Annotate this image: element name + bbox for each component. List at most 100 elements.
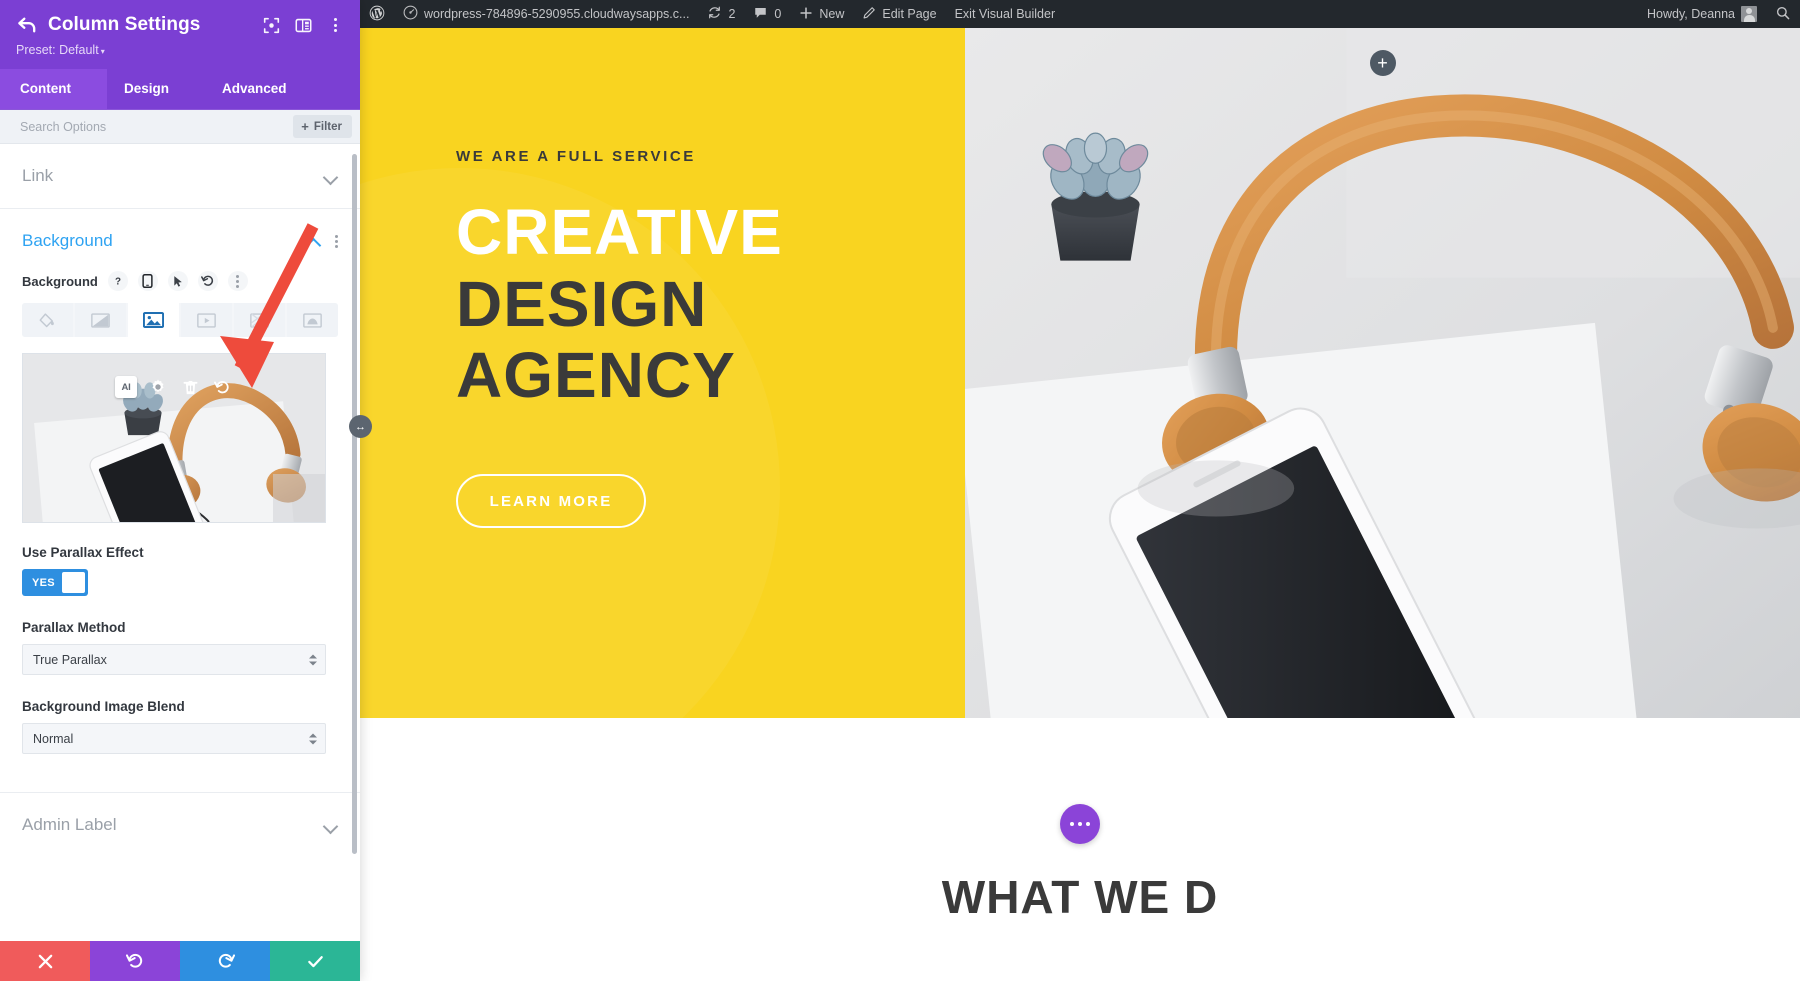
next-section-title: WHAT WE D	[941, 871, 1219, 923]
back-arrow-icon[interactable]	[16, 14, 38, 36]
updates-button[interactable]: 2	[698, 0, 744, 28]
tab-advanced[interactable]: Advanced	[207, 69, 347, 109]
panel-resize-handle[interactable]: ↔	[349, 415, 372, 438]
redo-button[interactable]	[180, 941, 270, 981]
image-settings-gear-icon[interactable]	[147, 376, 169, 398]
panel-header-row: Column Settings	[16, 14, 344, 36]
howdy-label: Howdy, Deanna	[1646, 7, 1735, 21]
updates-count: 2	[728, 7, 736, 21]
column-settings-panel: Column Settings Preset: Default ▾ Conten…	[0, 0, 360, 981]
edit-page-button[interactable]: Edit Page	[853, 0, 945, 28]
wordpress-logo-icon	[369, 5, 385, 24]
svg-text:?: ?	[115, 276, 121, 287]
panel-tabs: Content Design Advanced	[0, 69, 360, 110]
kebab-menu-icon[interactable]	[326, 16, 344, 34]
dot	[335, 234, 338, 238]
save-button[interactable]	[270, 941, 360, 981]
parallax-method-select[interactable]: True Parallax	[22, 644, 326, 675]
accordion-admin-label[interactable]: Admin Label	[0, 792, 360, 857]
chevron-down-icon[interactable]	[325, 172, 338, 180]
pencil-edit-icon	[862, 6, 876, 23]
hero-heading: CREATIVE DESIGN AGENCY	[456, 196, 965, 412]
dot	[236, 279, 240, 283]
wordpress-logo-button[interactable]	[360, 0, 394, 28]
background-image-blend-field: Background Image Blend Normal	[22, 699, 338, 754]
help-icon[interactable]: ?	[107, 271, 128, 291]
wordpress-admin-bar: wordpress-784896-5290955.cloudwaysapps.c…	[360, 0, 1800, 28]
hover-cursor-icon[interactable]	[167, 271, 188, 291]
admin-search-button[interactable]	[1766, 0, 1800, 28]
accordion-background-controls	[308, 234, 338, 248]
parallax-method-label: Parallax Method	[22, 620, 126, 635]
edit-page-label: Edit Page	[882, 7, 937, 21]
background-video-tab[interactable]	[181, 303, 232, 337]
preset-label: Preset: Default	[16, 43, 99, 57]
chevron-up-icon[interactable]	[308, 237, 321, 245]
headphones-desk-photo	[965, 28, 1800, 718]
hero-heading-line-2: DESIGN	[456, 267, 708, 340]
reset-undo-icon[interactable]	[197, 271, 218, 291]
hero-heading-line-1: CREATIVE	[456, 196, 783, 268]
learn-more-button[interactable]: LEARN MORE	[456, 474, 646, 529]
dot	[1070, 822, 1074, 826]
dot	[236, 284, 240, 288]
exit-visual-builder-button[interactable]: Exit Visual Builder	[946, 0, 1065, 28]
hero-heading-line-3: AGENCY	[456, 339, 736, 412]
background-field-label-row: Background ?	[22, 257, 338, 303]
panel-body: Link Background Background ? AI Use Para…	[0, 144, 360, 981]
dot	[333, 23, 337, 27]
hero-text-column[interactable]: WE ARE A FULL SERVICE CREATIVE DESIGN AG…	[360, 28, 965, 808]
accordion-link[interactable]: Link	[0, 144, 360, 209]
site-name-button[interactable]: wordpress-784896-5290955.cloudwaysapps.c…	[394, 0, 698, 28]
delete-trash-icon[interactable]	[179, 376, 201, 398]
focus-target-icon[interactable]	[262, 16, 280, 34]
ai-generate-button[interactable]: AI	[115, 376, 137, 398]
search-input[interactable]	[20, 119, 294, 134]
filter-button[interactable]: + Filter	[293, 115, 352, 138]
parallax-toggle[interactable]: YES	[22, 569, 88, 596]
ai-label: AI	[121, 381, 131, 393]
undo-button[interactable]	[90, 941, 180, 981]
parallax-toggle-label: Use Parallax Effect	[22, 545, 144, 560]
accordion-background[interactable]: Background	[0, 209, 360, 257]
plus-icon	[799, 6, 813, 23]
dot	[236, 274, 240, 278]
kebab-menu-icon[interactable]	[335, 234, 338, 248]
new-label: New	[819, 7, 845, 21]
background-image-blend-select-wrap: Normal	[22, 723, 326, 754]
hero-image-column[interactable]: +	[965, 28, 1800, 718]
howdy-user-menu[interactable]: Howdy, Deanna	[1638, 0, 1766, 28]
comments-button[interactable]: 0	[744, 0, 790, 28]
plus-icon: +	[301, 119, 309, 134]
chevron-down-icon[interactable]	[325, 821, 338, 829]
kebab-menu-icon[interactable]	[227, 271, 248, 291]
tab-design[interactable]: Design	[107, 69, 207, 109]
hero-section: WE ARE A FULL SERVICE CREATIVE DESIGN AG…	[360, 28, 1800, 808]
parallax-toggle-value: YES	[32, 576, 55, 589]
new-content-button[interactable]: New	[790, 0, 853, 28]
reset-undo-icon[interactable]	[211, 376, 233, 398]
panel-footer	[0, 941, 360, 981]
background-image-tab[interactable]	[128, 303, 179, 337]
panel-header-icons	[262, 16, 344, 34]
cancel-button[interactable]	[0, 941, 90, 981]
next-section: WHAT WE D	[360, 718, 1800, 978]
panel-layout-icon[interactable]	[294, 16, 312, 34]
background-color-tab[interactable]	[22, 303, 73, 337]
comments-count: 0	[774, 7, 782, 21]
background-image-preview[interactable]: AI	[22, 353, 326, 523]
accordion-admin-label-controls	[325, 821, 338, 829]
background-mask-tab[interactable]	[287, 303, 338, 337]
background-image-blend-select[interactable]: Normal	[22, 723, 326, 754]
preset-selector[interactable]: Preset: Default ▾	[16, 43, 344, 57]
comment-bubble-icon	[753, 5, 768, 23]
background-gradient-tab[interactable]	[75, 303, 126, 337]
dot	[1086, 822, 1090, 826]
background-field-label: Background	[22, 273, 98, 289]
tab-content[interactable]: Content	[0, 69, 107, 109]
background-pattern-tab[interactable]	[234, 303, 285, 337]
row-settings-dots-icon[interactable]	[1060, 804, 1100, 844]
responsive-mobile-icon[interactable]	[137, 271, 158, 291]
background-section: Background ? AI Use Parallax Effect YES …	[0, 257, 360, 764]
add-module-button[interactable]: +	[1369, 50, 1396, 76]
